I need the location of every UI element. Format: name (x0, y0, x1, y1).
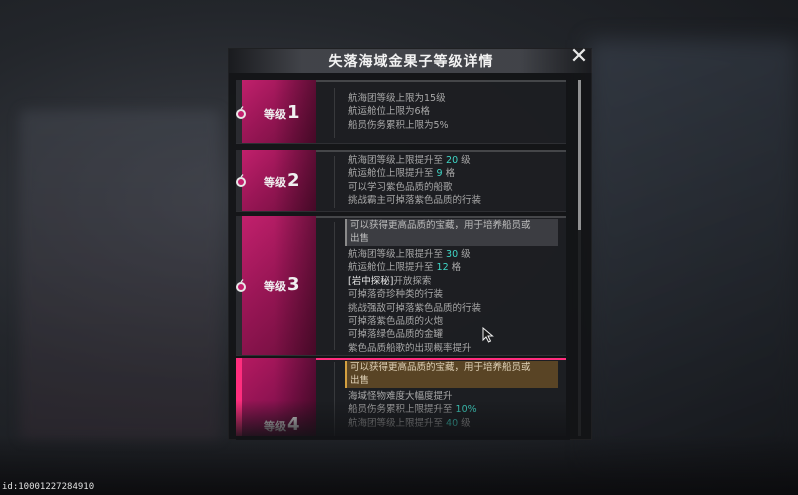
divider (334, 156, 335, 208)
desc-line: 挑战霸主可掉落紫色品质的行装 (348, 195, 482, 207)
desc-line: 可以学习紫色品质的船歌 (348, 181, 453, 193)
desc-line: 航运舱位上限为6格 (348, 106, 431, 118)
level-description: 航海团等级上限提升至 20 级 航运舱位上限提升至 9 格 可以学习紫色品质的船… (348, 154, 558, 208)
level-description: 可以获得更高品质的宝藏，用于培养船员或 出售 海域怪物难度大幅度提升 船员伤务累… (345, 361, 558, 430)
desc-line: 船员伤务累积上限提升至 10% (348, 404, 477, 416)
fruit-icon (236, 174, 246, 187)
divider (334, 88, 335, 138)
desc-line: 航海团等级上限为15级 (348, 93, 446, 104)
background-blur-right (588, 40, 798, 460)
desc-line: 可掉落紫色品质的火炮 (348, 316, 444, 328)
quality-hint: 可以获得更高品质的宝藏，用于培养船员或 出售 (345, 361, 558, 388)
desc-line: 可掉落奇珍种类的行装 (348, 289, 444, 301)
user-id: id:10001227284910 (2, 482, 95, 492)
desc-line: 挑战强敌可掉落紫色品质的行装 (348, 302, 482, 314)
fruit-icon (236, 106, 246, 119)
level-label: 等级3 (264, 274, 300, 295)
close-button[interactable]: ✕ (568, 46, 590, 68)
desc-line: 航运舱位上限提升至 9 格 (348, 168, 456, 180)
level-label: 等级1 (264, 102, 300, 123)
desc-line: 航海团等级上限提升至 20 级 (348, 155, 471, 166)
level-description: 航海团等级上限为15级 航运舱位上限为6格 船员伤务累积上限为5% (348, 92, 558, 132)
level-card-4[interactable]: 等级4 可以获得更高品质的宝藏，用于培养船员或 出售 海域怪物难度大幅度提升 船… (236, 358, 566, 436)
desc-line: 紫色品质船歌的出现概率提升 (348, 342, 472, 354)
desc-line: 航海团等级上限提升至 40 级 (348, 417, 471, 429)
desc-line: 航海团等级上限提升至 30 级 (348, 249, 471, 260)
desc-line: [岩中探秘]开放探索 (348, 275, 432, 287)
scrollbar-thumb[interactable] (578, 80, 581, 230)
fruit-icon (236, 279, 246, 292)
level-list[interactable]: 等级1 航海团等级上限为15级 航运舱位上限为6格 船员伤务累积上限为5% 等级… (236, 80, 570, 436)
level-card-3[interactable]: 等级3 可以获得更高品质的宝藏，用于培养船员或 出售 航海团等级上限提升至 30… (236, 216, 566, 356)
dialog-title: 失落海域金果子等级详情 (328, 54, 494, 70)
scrollbar[interactable] (578, 80, 581, 436)
quality-hint: 可以获得更高品质的宝藏，用于培养船员或 出售 (345, 219, 558, 246)
level-description: 可以获得更高品质的宝藏，用于培养船员或 出售 航海团等级上限提升至 30 级 航… (345, 219, 558, 355)
divider (334, 222, 335, 350)
desc-line: 船员伤务累积上限为5% (348, 119, 449, 131)
level-label: 等级4 (264, 414, 300, 435)
desc-line: 航运舱位上限提升至 12 格 (348, 262, 462, 274)
background-fade-bottom (0, 435, 798, 495)
background-blur-left (20, 110, 220, 440)
divider (334, 362, 335, 436)
level-card-2[interactable]: 等级2 航海团等级上限提升至 20 级 航运舱位上限提升至 9 格 可以学习紫色… (236, 150, 566, 212)
mouse-cursor-icon (482, 327, 494, 343)
dialog-header: 失落海域金果子等级详情 (229, 49, 593, 73)
level-card-1[interactable]: 等级1 航海团等级上限为15级 航运舱位上限为6格 船员伤务累积上限为5% (236, 80, 566, 144)
desc-line: 可掉落绿色品质的金罐 (348, 329, 444, 341)
desc-line: 海域怪物难度大幅度提升 (348, 391, 453, 402)
level-label: 等级2 (264, 170, 300, 191)
